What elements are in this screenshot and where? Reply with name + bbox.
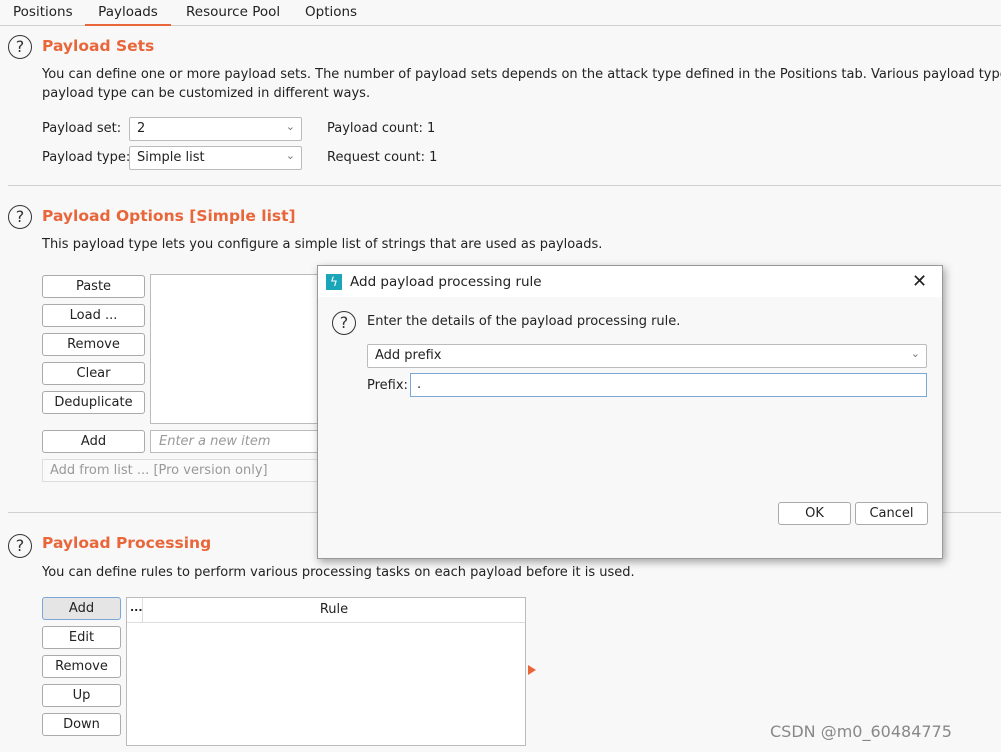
- rule-type-select[interactable]: Add prefix ⌄: [367, 344, 927, 368]
- burp-logo-icon: ϟ: [326, 274, 342, 290]
- section-title-payload-sets: Payload Sets: [42, 37, 155, 55]
- payload-sets-description: You can define one or more payload sets.…: [42, 67, 1001, 82]
- edit-rule-button[interactable]: Edit: [42, 626, 121, 649]
- payload-sets-description-2: payload type can be customized in differ…: [42, 86, 371, 101]
- rules-table[interactable]: ... Rule: [126, 597, 526, 746]
- help-icon[interactable]: ?: [8, 205, 32, 229]
- payload-processing-description: You can define rules to perform various …: [42, 565, 635, 580]
- load-button[interactable]: Load ...: [42, 304, 145, 327]
- chevron-down-icon: ⌄: [910, 347, 920, 360]
- help-icon[interactable]: ?: [332, 311, 356, 335]
- chevron-down-icon: ⌄: [285, 120, 295, 133]
- payload-type-select[interactable]: Simple list ⌄: [129, 146, 302, 170]
- tab-positions[interactable]: Positions: [13, 4, 73, 20]
- tab-resource-pool[interactable]: Resource Pool: [186, 4, 280, 20]
- payload-set-value: 2: [137, 121, 146, 136]
- up-rule-button[interactable]: Up: [42, 684, 121, 707]
- column-header-rule[interactable]: Rule: [143, 602, 525, 617]
- paste-button[interactable]: Paste: [42, 275, 145, 298]
- dialog-title: Add payload processing rule: [350, 274, 542, 290]
- add-processing-rule-dialog: ϟ Add payload processing rule ✕ ? Enter …: [317, 265, 943, 559]
- add-from-list-select: Add from list ... [Pro version only]: [42, 459, 342, 482]
- remove-button[interactable]: Remove: [42, 333, 145, 356]
- help-icon[interactable]: ?: [8, 534, 32, 558]
- payload-set-select[interactable]: 2 ⌄: [129, 117, 302, 141]
- column-header-enabled[interactable]: ...: [130, 601, 143, 614]
- deduplicate-button[interactable]: Deduplicate: [42, 391, 145, 414]
- clear-button[interactable]: Clear: [42, 362, 145, 385]
- payload-type-value: Simple list: [137, 150, 205, 165]
- watermark: CSDN @m0_60484775: [770, 722, 952, 741]
- tab-bar: Positions Payloads Resource Pool Options: [0, 0, 1001, 26]
- ok-button[interactable]: OK: [778, 502, 851, 525]
- payload-set-label: Payload set:: [42, 121, 122, 136]
- table-header: ... Rule: [127, 598, 525, 623]
- divider: [8, 185, 1001, 186]
- dialog-titlebar: ϟ Add payload processing rule ✕: [318, 266, 942, 297]
- request-count: Request count: 1: [327, 150, 438, 165]
- section-title-payload-options: Payload Options [Simple list]: [42, 207, 296, 225]
- section-title-payload-processing: Payload Processing: [42, 534, 212, 552]
- payload-type-label: Payload type:: [42, 150, 131, 165]
- prefix-label: Prefix:: [367, 378, 408, 393]
- payload-options-description: This payload type lets you configure a s…: [42, 237, 603, 252]
- add-rule-button[interactable]: Add: [42, 597, 121, 620]
- expand-arrow-icon[interactable]: [528, 665, 536, 675]
- tab-payloads[interactable]: Payloads: [85, 4, 171, 26]
- prefix-input[interactable]: .: [410, 373, 927, 397]
- remove-rule-button[interactable]: Remove: [42, 655, 121, 678]
- cancel-button[interactable]: Cancel: [855, 502, 928, 525]
- payload-count: Payload count: 1: [327, 121, 436, 136]
- dialog-intro: Enter the details of the payload process…: [367, 314, 681, 329]
- close-icon[interactable]: ✕: [912, 271, 927, 292]
- chevron-down-icon: ⌄: [285, 149, 295, 162]
- add-item-button[interactable]: Add: [42, 430, 145, 453]
- tab-options[interactable]: Options: [305, 4, 357, 20]
- down-rule-button[interactable]: Down: [42, 713, 121, 736]
- help-icon[interactable]: ?: [8, 35, 32, 59]
- rule-type-value: Add prefix: [375, 348, 442, 363]
